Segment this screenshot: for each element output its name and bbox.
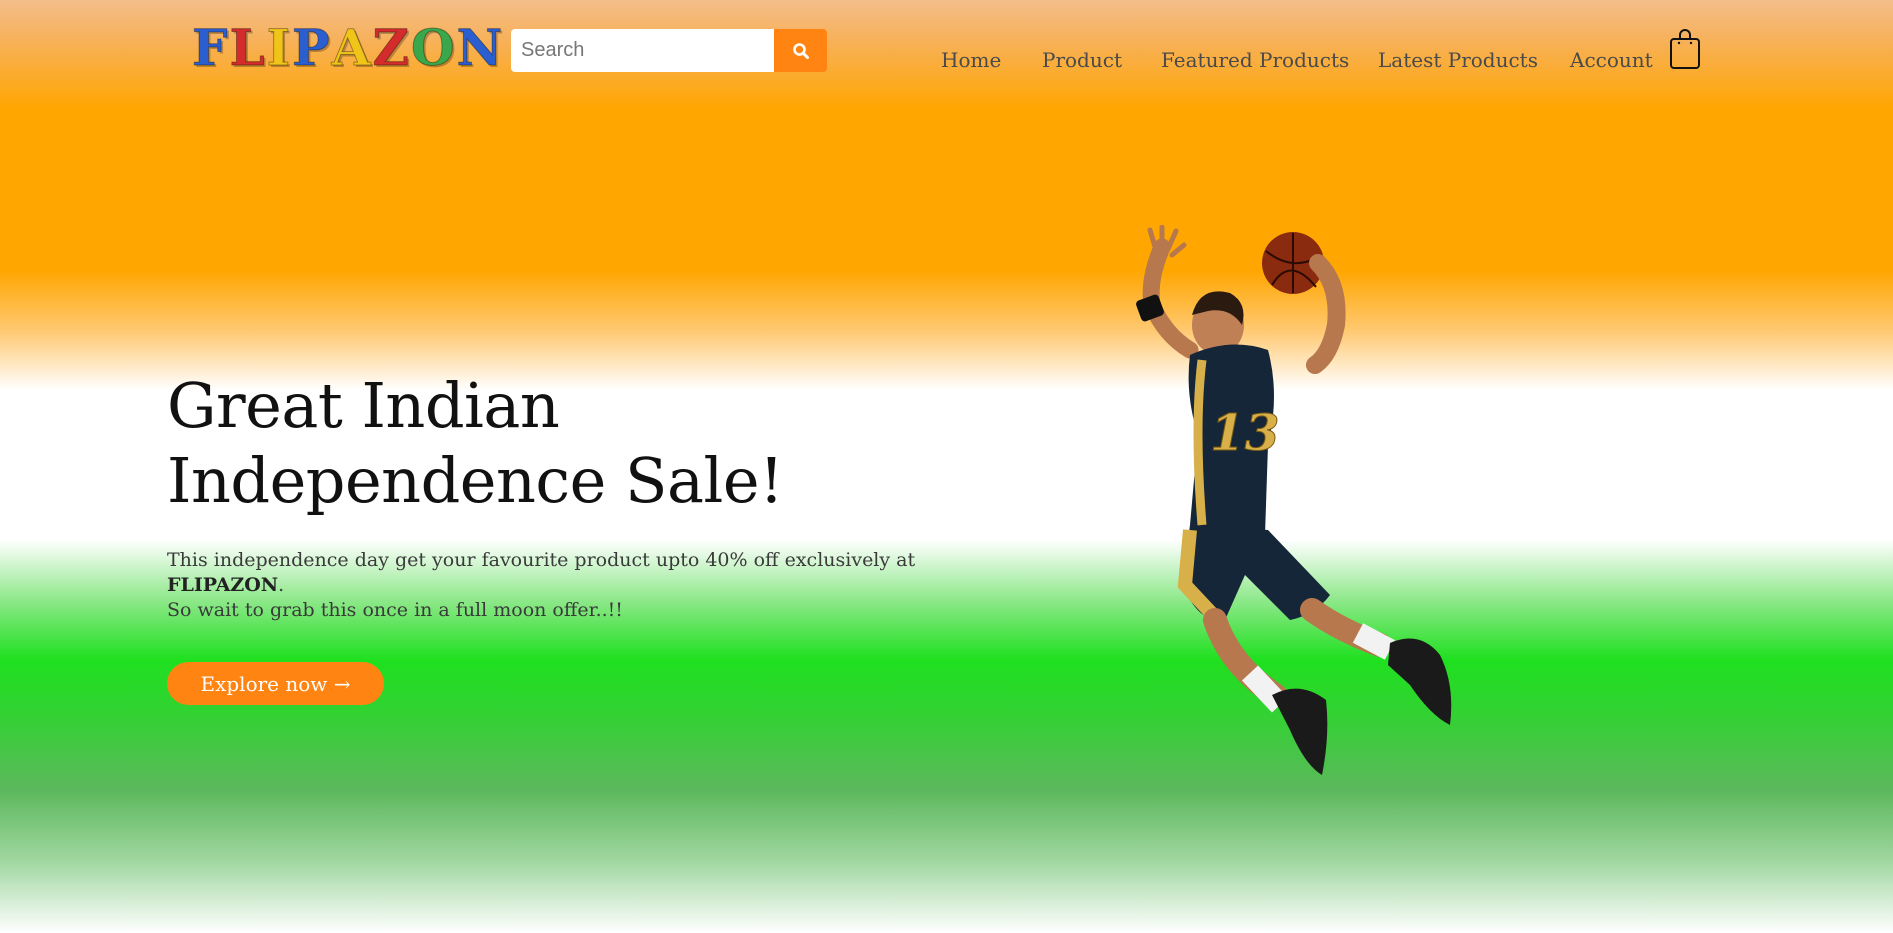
logo-letter: F	[192, 18, 230, 78]
hero-text-brand: FLIPAZON	[167, 574, 279, 596]
logo-letter: L	[229, 18, 267, 78]
hero-title-line-2: Independence Sale!	[167, 444, 784, 517]
logo-letter: A	[331, 18, 373, 78]
hero-title: Great Indian Independence Sale!	[167, 368, 784, 518]
jersey-number: 13	[1210, 403, 1280, 462]
explore-now-button[interactable]: Explore now →	[167, 662, 384, 705]
logo-letter: P	[292, 18, 332, 78]
nav-account[interactable]: Account	[1570, 48, 1653, 72]
search-input[interactable]	[511, 29, 774, 72]
logo-letter: N	[456, 18, 505, 78]
shopping-bag-icon[interactable]	[1668, 28, 1702, 70]
logo-letter: Z	[372, 18, 411, 78]
nav-featured-products[interactable]: Featured Products	[1161, 48, 1349, 72]
nav-product[interactable]: Product	[1042, 48, 1122, 72]
hero-title-line-1: Great Indian	[167, 369, 560, 442]
logo-letter: I	[266, 18, 293, 78]
flipazon-logo[interactable]: FLIPAZON	[192, 18, 504, 78]
search-bar	[511, 29, 827, 72]
hero-text-line-2: So wait to grab this once in a full moon…	[167, 599, 623, 621]
hero-description: This independence day get your favourite…	[167, 548, 927, 623]
logo-letter: O	[410, 18, 457, 78]
nav-home[interactable]: Home	[941, 48, 1001, 72]
nav-latest-products[interactable]: Latest Products	[1378, 48, 1538, 72]
search-icon	[792, 42, 809, 59]
header: FLIPAZON Home Product Featured Products …	[0, 0, 1893, 100]
basketball-player-image: 13	[1136, 225, 1452, 775]
hero-text-line-1: This independence day get your favourite…	[167, 549, 916, 571]
hero-text-brand-suffix: .	[278, 574, 285, 596]
search-button[interactable]	[774, 29, 827, 72]
